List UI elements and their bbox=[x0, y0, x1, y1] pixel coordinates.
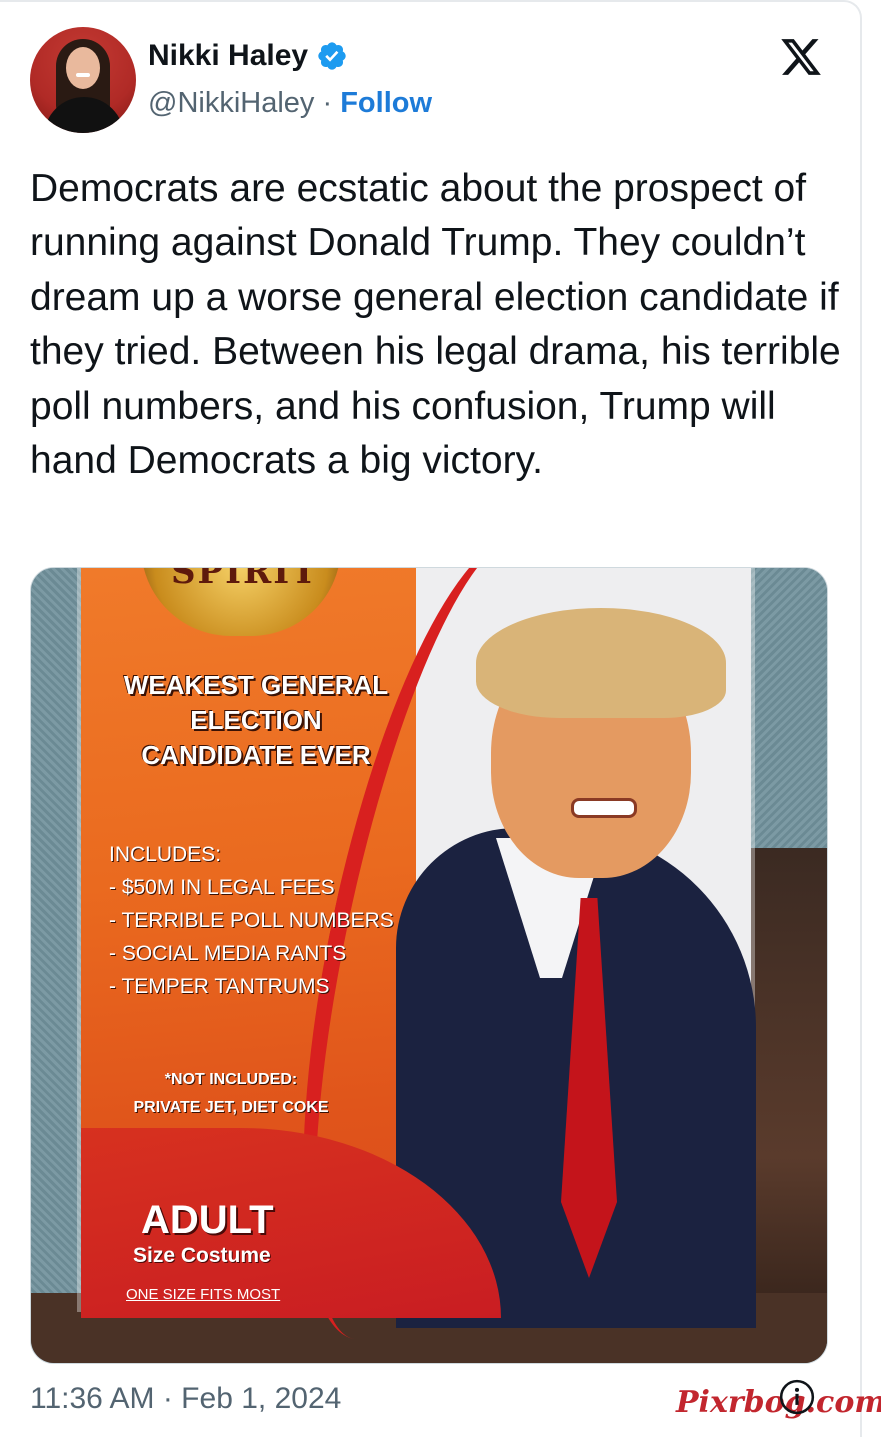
author-name-row: Nikki Haley bbox=[148, 39, 348, 73]
follow-button[interactable]: Follow bbox=[340, 87, 432, 119]
x-logo-icon[interactable] bbox=[778, 35, 824, 79]
list-item: - SOCIAL MEDIA RANTS bbox=[109, 942, 347, 965]
package-headline: WEAKEST GENERAL ELECTION CANDIDATE EVER bbox=[123, 670, 389, 770]
tweet-card: Nikki Haley @NikkiHaley · Follow Democra… bbox=[0, 0, 862, 1437]
list-item: - $50M IN LEGAL FEES bbox=[109, 876, 335, 899]
size-costume-label: Size Costume bbox=[133, 1244, 271, 1267]
list-item: - TEMPER TANTRUMS bbox=[109, 975, 330, 998]
verified-badge-icon bbox=[318, 42, 346, 70]
includes-label: INCLUDES: bbox=[109, 843, 222, 866]
separator: · bbox=[314, 87, 341, 119]
avatar[interactable] bbox=[30, 27, 136, 133]
tweet-timestamp[interactable]: 11:36 AM · Feb 1, 2024 bbox=[30, 1382, 341, 1416]
author-handle[interactable]: @NikkiHaley bbox=[148, 87, 314, 119]
author-name[interactable]: Nikki Haley bbox=[148, 39, 308, 73]
info-icon[interactable] bbox=[778, 1378, 816, 1416]
adult-label: ADULT bbox=[141, 1198, 274, 1242]
includes-list: INCLUDES: - $50M IN LEGAL FEES - TERRIBL… bbox=[109, 838, 409, 1003]
list-item: - TERRIBLE POLL NUMBERS bbox=[109, 909, 394, 932]
one-size-label: ONE SIZE FITS MOST bbox=[126, 1286, 281, 1303]
tweet-text: Democrats are ecstatic about the prospec… bbox=[30, 167, 841, 483]
tweet-header: Nikki Haley @NikkiHaley · Follow bbox=[30, 27, 830, 137]
handle-row: @NikkiHaley · Follow bbox=[148, 87, 432, 120]
tweet-image[interactable]: SPIRIT WEAKEST GENERAL ELECTION CANDIDAT… bbox=[30, 567, 828, 1364]
not-included-note: *NOT INCLUDED: PRIVATE JET, DIET COKE bbox=[133, 1071, 329, 1116]
